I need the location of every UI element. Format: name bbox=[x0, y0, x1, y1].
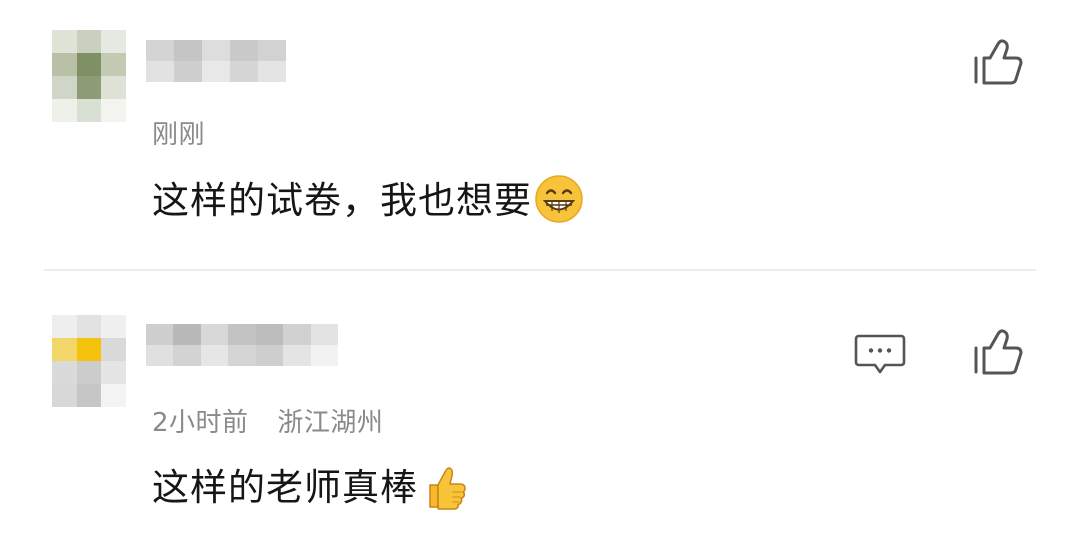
comment-meta: 刚刚 bbox=[152, 114, 205, 151]
comment-item: 刚刚 这样的试卷，我也想要 bbox=[0, 0, 1080, 270]
like-button[interactable] bbox=[968, 326, 1026, 378]
comment-text: 这样的试卷，我也想要 bbox=[152, 179, 532, 222]
comment-text: 这样的老师真棒 bbox=[152, 466, 418, 509]
comment-time: 2小时前 bbox=[152, 408, 249, 438]
comment-meta: 2小时前 浙江湖州 bbox=[152, 402, 383, 439]
comment-text-row: 这样的老师真棒 bbox=[152, 457, 470, 515]
thumbs-up-outline-icon bbox=[974, 329, 1023, 375]
comment-location: 浙江湖州 bbox=[277, 408, 384, 438]
avatar[interactable] bbox=[52, 315, 126, 407]
comment-bubble-icon bbox=[854, 334, 906, 374]
comment-time: 刚刚 bbox=[152, 120, 206, 150]
username-pixelated[interactable] bbox=[146, 40, 286, 82]
avatar[interactable] bbox=[52, 30, 126, 122]
comment-item: 2小时前 浙江湖州 这样的老师真棒 bbox=[0, 271, 1080, 537]
comment-text-row: 这样的试卷，我也想要 bbox=[152, 170, 584, 228]
reply-button[interactable] bbox=[854, 332, 906, 376]
grinning-face-emoji bbox=[535, 174, 583, 223]
thumbs-up-outline-icon bbox=[974, 39, 1023, 85]
like-button[interactable] bbox=[968, 36, 1026, 88]
thumbs-up-emoji bbox=[429, 466, 466, 510]
username-pixelated[interactable] bbox=[146, 324, 338, 366]
